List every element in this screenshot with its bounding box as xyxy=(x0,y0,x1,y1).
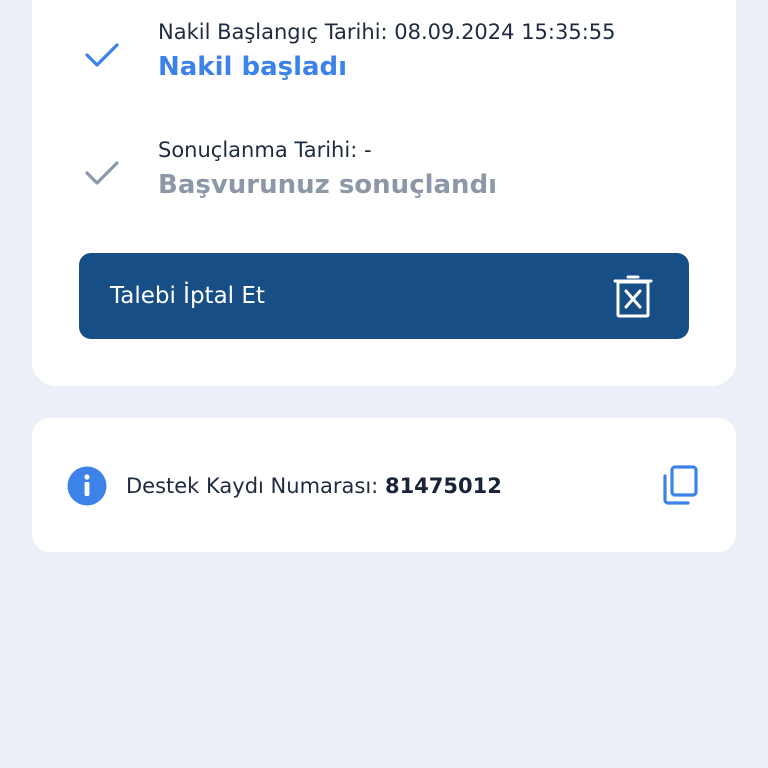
step-label: Nakil Başlangıç Tarihi: 08.09.2024 15:35… xyxy=(158,20,616,44)
check-icon xyxy=(85,43,119,67)
info-icon xyxy=(67,466,107,506)
delete-icon xyxy=(613,275,653,318)
support-record-number: 81475012 xyxy=(384,474,502,498)
support-record-text: Destek Kaydı Numarası: 81475012 xyxy=(126,474,502,498)
support-record-label: Destek Kaydı Numarası: xyxy=(126,474,379,498)
cancel-request-button[interactable]: Talebi İptal Et xyxy=(79,253,689,339)
step-label: Sonuçlanma Tarihi: - xyxy=(158,138,372,162)
copy-icon[interactable] xyxy=(660,464,700,506)
step-status: Nakil başladı xyxy=(158,52,348,82)
check-icon xyxy=(85,161,119,185)
step-status: Başvurunuz sonuçlandı xyxy=(158,170,498,200)
cancel-request-label: Talebi İptal Et xyxy=(110,283,265,309)
